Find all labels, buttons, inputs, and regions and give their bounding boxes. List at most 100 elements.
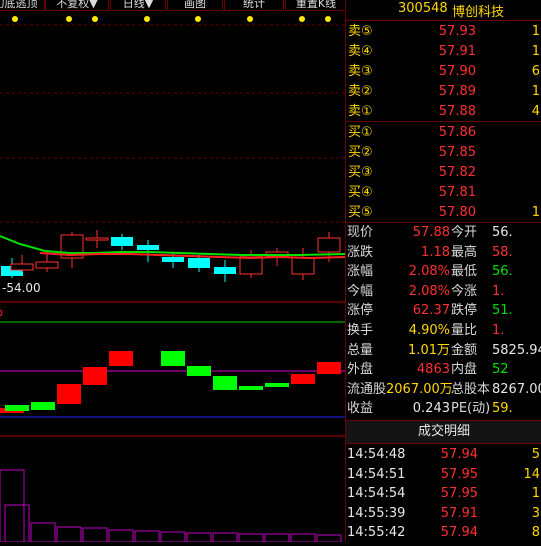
tick-time: 14:55:42 <box>347 525 406 540</box>
toolbar-button-reset[interactable]: 重置K线 <box>285 0 345 11</box>
ask-volume: 1 <box>531 84 540 99</box>
signal-dot-icon <box>92 16 98 22</box>
tick-detail-tab[interactable]: 成交明细 <box>346 421 541 443</box>
quote-label: 今开 <box>451 225 478 240</box>
quote-label: 今涨 <box>451 283 478 299</box>
volume-bar <box>186 532 212 543</box>
price-label: -54.00 <box>2 281 41 295</box>
ask-level[interactable]: 卖⑤ 57.93 1 <box>346 22 541 41</box>
toolbar-button-stats[interactable]: 统计 <box>224 0 284 11</box>
quote-value: 1. <box>492 283 505 299</box>
indicator-bar <box>265 383 289 387</box>
bid-label: 买③ <box>348 165 373 180</box>
candle-body <box>188 258 210 268</box>
quote-value: 4.90% <box>408 323 450 338</box>
volume-bar <box>0 469 25 543</box>
toolbar-button-period[interactable]: 日线▼ <box>110 0 166 11</box>
ask-level[interactable]: 卖④ 57.91 1 <box>346 42 541 61</box>
bid-level[interactable]: 买③ 57.82 <box>346 163 541 182</box>
tick-row: 14:54:51 57.95 14 <box>346 465 541 484</box>
ask-level[interactable]: 卖① 57.88 4 <box>346 102 541 121</box>
signal-dot-icon <box>12 16 18 22</box>
ask-price: 57.91 <box>438 44 476 59</box>
quote-row: 总量 1.01万 金额 5825.94 <box>346 341 541 360</box>
quote-label: 最低 <box>451 264 478 280</box>
volume-bars <box>0 469 342 543</box>
indicator-bar <box>57 384 81 404</box>
quote-row: 流通股 2067.00万 总股本 8267.00 <box>346 380 541 399</box>
quote-value: 1.01万 <box>408 342 450 358</box>
quote-row: 收益 0.243 PE(动) 59. <box>346 399 541 418</box>
tick-time: 14:54:54 <box>347 486 406 501</box>
tick-time: 14:55:39 <box>347 505 406 521</box>
quote-row: 今幅 2.08% 今涨 1. <box>346 282 541 301</box>
ask-label: 卖⑤ <box>348 24 373 39</box>
toolbar-button-draw[interactable]: 画图 <box>167 0 223 11</box>
toolbar-button-adjust[interactable]: 不复权▼ <box>45 0 109 11</box>
signal-dot-icon <box>247 16 253 22</box>
divider <box>346 20 541 21</box>
quote-row: 现价 57.88 今开 56. <box>346 223 541 242</box>
tick-row: 14:55:39 57.91 3 <box>346 504 541 523</box>
tick-detail-title: 成交明细 <box>417 424 470 439</box>
volume-bar <box>108 529 134 543</box>
ask-label: 卖② <box>348 84 373 99</box>
stock-code: 300548 <box>398 1 448 16</box>
quote-row: 涨停 62.37 跌停 51. <box>346 301 541 320</box>
ask-volume: 1 <box>531 24 540 39</box>
quote-label: 最高 <box>451 244 478 260</box>
quote-label: 涨跌 <box>347 244 374 260</box>
signal-dot-icon <box>299 16 305 22</box>
bid-price: 57.86 <box>438 125 476 140</box>
ask-label: 卖③ <box>348 64 373 79</box>
quote-value: 5825.94 <box>492 342 541 358</box>
quote-value: 1.18 <box>421 244 450 260</box>
quote-value: 8267.00 <box>492 381 541 397</box>
ma-line-green <box>0 235 346 256</box>
volume-bar <box>238 533 264 543</box>
ask-level[interactable]: 卖③ 57.90 6 <box>346 62 541 81</box>
quote-row: 换手 4.90% 量比 1. <box>346 321 541 340</box>
quote-label: 收益 <box>347 401 374 417</box>
tick-price: 57.94 <box>440 525 478 540</box>
indicator-bar <box>109 351 133 366</box>
chart-area[interactable]: -54.00 <box>0 0 346 543</box>
bid-level[interactable]: 买② 57.85 <box>346 143 541 162</box>
chart-svg <box>0 24 346 543</box>
indicator-bar <box>31 402 55 410</box>
quote-row: 涨幅 2.08% 最低 56. <box>346 262 541 281</box>
tick-time: 14:54:48 <box>347 447 406 462</box>
indicator-bar <box>291 374 315 384</box>
volume-bar <box>160 531 186 543</box>
indicator-marker <box>0 309 3 317</box>
bid-price: 57.85 <box>438 145 476 160</box>
quote-panel: 300548 博创科技 卖⑤ 57.93 1 卖④ 57.91 1 卖③ 57.90 6 卖② 57… <box>345 0 541 542</box>
bid-label: 买① <box>348 125 373 140</box>
quote-value: 56. <box>492 225 513 240</box>
bid-price: 57.80 <box>438 205 476 220</box>
ask-price: 57.88 <box>438 104 476 119</box>
bid-level[interactable]: 买① 57.86 <box>346 123 541 142</box>
tick-price: 57.95 <box>440 466 478 482</box>
quote-label: 今幅 <box>347 283 374 299</box>
bid-price: 57.82 <box>438 165 476 180</box>
bid-level[interactable]: 买④ 57.81 <box>346 183 541 202</box>
quote-value: 59. <box>492 401 513 417</box>
ask-volume: 4 <box>531 104 540 119</box>
quote-label: 跌停 <box>451 303 478 319</box>
bid-level[interactable]: 买⑤ 57.80 1 <box>346 203 541 222</box>
stock-header[interactable]: 300548 博创科技 <box>346 0 541 20</box>
quote-row: 涨跌 1.18 最高 58. <box>346 243 541 262</box>
candle-body <box>214 267 236 274</box>
ask-price: 57.89 <box>438 84 476 99</box>
ask-volume: 6 <box>531 64 540 79</box>
ask-volume: 1 <box>531 44 540 59</box>
indicator-bars <box>0 351 341 413</box>
toolbar-button-escape[interactable]: 幻底逃顶 <box>0 0 45 11</box>
tick-price: 57.95 <box>440 486 478 501</box>
candle-body <box>137 245 159 250</box>
volume-bar <box>264 533 290 543</box>
ask-level[interactable]: 卖② 57.89 1 <box>346 82 541 101</box>
signal-dot-icon <box>195 16 201 22</box>
candle-body <box>85 237 109 241</box>
